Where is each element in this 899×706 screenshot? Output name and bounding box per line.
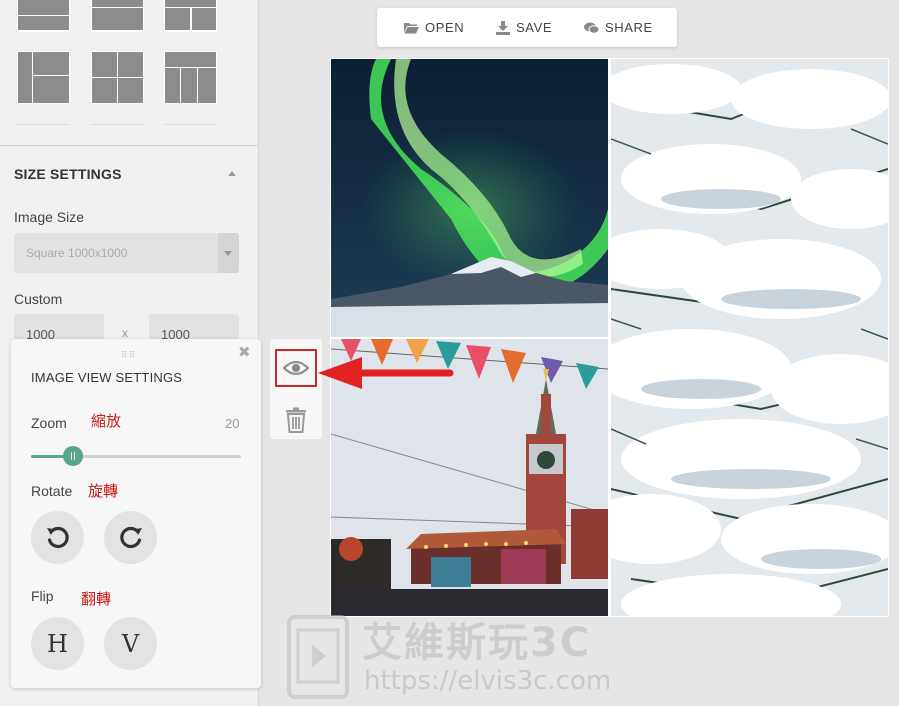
image-size-select[interactable]: Square 1000x1000 xyxy=(14,233,239,273)
trash-icon[interactable] xyxy=(284,407,308,433)
folder-open-icon xyxy=(404,22,419,33)
share-button[interactable]: SHARE xyxy=(584,8,653,47)
image-view-settings-panel: ⠿⠿ ✖ IMAGE VIEW SETTINGS Zoom 縮放 20 Rota… xyxy=(11,339,261,688)
rotate-ccw-icon xyxy=(46,526,69,548)
rotate-note: 旋轉 xyxy=(88,482,119,500)
collapse-caret-icon[interactable] xyxy=(228,171,236,176)
flip-label: Flip xyxy=(31,588,54,604)
open-button[interactable]: OPEN xyxy=(404,8,464,47)
custom-label: Custom xyxy=(14,291,63,307)
tablet-logo-icon xyxy=(287,615,349,699)
save-label: SAVE xyxy=(516,20,553,35)
watermark: 艾維斯玩3C https://elvis3c.com xyxy=(276,606,624,706)
download-icon xyxy=(496,20,510,35)
flip-note: 翻轉 xyxy=(81,590,112,608)
close-icon[interactable]: ✖ xyxy=(238,343,251,361)
zoom-slider[interactable] xyxy=(31,446,241,466)
zoom-label: Zoom xyxy=(31,415,67,431)
layout-option[interactable] xyxy=(164,51,217,104)
top-toolbar: OPEN SAVE SHARE xyxy=(377,8,677,47)
rotate-right-button[interactable] xyxy=(104,511,157,564)
rotate-label: Rotate xyxy=(31,483,73,499)
layout-option[interactable] xyxy=(17,0,70,32)
flip-horizontal-button[interactable]: H xyxy=(31,617,84,670)
flip-vertical-button[interactable]: V xyxy=(104,617,157,670)
zoom-note: 縮放 xyxy=(91,412,122,430)
zoom-value: 20 xyxy=(225,416,240,431)
chevron-down-icon[interactable] xyxy=(218,233,239,273)
flip-v-label: V xyxy=(121,629,140,658)
snow-pine-photo xyxy=(611,59,888,616)
watermark-url: https://elvis3c.com xyxy=(364,666,612,696)
image-size-value: Square 1000x1000 xyxy=(26,246,128,260)
photo-cell-snow-pine[interactable] xyxy=(611,59,888,616)
drag-handle-icon[interactable]: ⠿⠿ xyxy=(121,350,136,361)
share-label: SHARE xyxy=(605,20,653,35)
photo-cell-aurora[interactable] xyxy=(331,59,608,337)
rotate-left-button[interactable] xyxy=(31,511,84,564)
annotation-arrow-icon xyxy=(318,357,454,389)
save-button[interactable]: SAVE xyxy=(496,8,552,47)
layout-option[interactable] xyxy=(17,51,70,104)
layout-option[interactable] xyxy=(164,0,217,32)
aurora-photo xyxy=(331,59,608,337)
open-label: OPEN xyxy=(425,20,465,35)
zoom-slider-thumb[interactable] xyxy=(63,446,83,466)
image-view-button[interactable] xyxy=(275,349,317,387)
layout-option[interactable] xyxy=(91,0,144,32)
image-view-settings-title: IMAGE VIEW SETTINGS xyxy=(31,370,183,385)
dimension-separator: x xyxy=(122,326,128,340)
layout-option[interactable] xyxy=(91,51,144,104)
cell-toolstrip xyxy=(270,339,322,439)
eye-icon xyxy=(283,361,309,375)
chat-bubble-icon xyxy=(584,22,599,34)
flip-h-label: H xyxy=(47,629,68,658)
watermark-title: 艾維斯玩3C xyxy=(362,620,592,666)
size-settings-title: SIZE SETTINGS xyxy=(14,166,122,182)
image-size-label: Image Size xyxy=(14,209,85,225)
layout-grid xyxy=(0,0,259,146)
collage-canvas xyxy=(330,58,889,617)
rotate-cw-icon xyxy=(119,526,142,548)
